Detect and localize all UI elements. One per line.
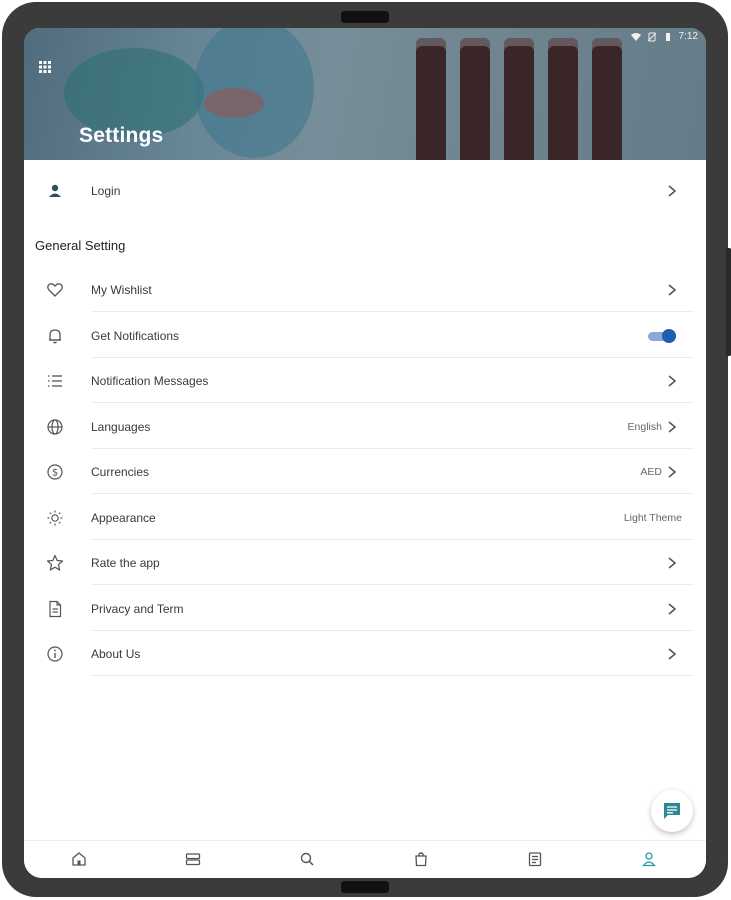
status-bar: 7:12 — [630, 31, 698, 42]
chevron-right-icon — [668, 556, 677, 569]
about-label: About Us — [91, 646, 141, 661]
chevron-right-icon — [668, 420, 677, 433]
toggle-knob — [662, 328, 676, 343]
screen: 7:12 Settings Login General Setting My W… — [24, 28, 706, 878]
login-row[interactable]: Login — [24, 168, 706, 213]
languages-value: English — [627, 420, 662, 433]
device-frame: 7:12 Settings Login General Setting My W… — [2, 2, 731, 897]
login-label: Login — [91, 183, 121, 198]
info-icon — [46, 645, 64, 663]
divider — [91, 311, 694, 312]
wifi-icon — [630, 32, 641, 41]
privacy-row[interactable]: Privacy and Term — [24, 586, 706, 631]
currencies-row[interactable]: $ Currencies AED — [24, 449, 706, 494]
no-sim-icon — [647, 32, 656, 41]
list-icon — [46, 372, 64, 390]
notifications-row: Get Notifications — [24, 313, 706, 358]
chat-button[interactable] — [651, 790, 693, 832]
nav-orders[interactable] — [526, 850, 544, 868]
header-banner: 7:12 Settings — [24, 28, 706, 160]
menu-grid-icon[interactable] — [38, 60, 52, 74]
document-icon — [46, 600, 64, 618]
wishlist-row[interactable]: My Wishlist — [24, 267, 706, 312]
nav-home[interactable] — [70, 850, 88, 868]
divider — [91, 675, 694, 676]
cart-icon — [415, 852, 427, 867]
divider — [91, 402, 694, 403]
star-icon — [46, 554, 64, 572]
side-button — [726, 248, 731, 356]
divider — [91, 584, 694, 585]
nav-profile[interactable] — [640, 850, 658, 868]
notification-messages-label: Notification Messages — [91, 373, 209, 388]
rate-app-label: Rate the app — [91, 555, 160, 570]
wishlist-label: My Wishlist — [91, 282, 152, 297]
search-icon — [300, 852, 314, 866]
svg-text:$: $ — [52, 467, 58, 478]
status-time: 7:12 — [678, 31, 698, 42]
divider — [91, 493, 694, 494]
orders-icon — [528, 852, 542, 867]
chat-icon — [664, 803, 680, 819]
bell-icon — [46, 327, 64, 345]
notifications-label: Get Notifications — [91, 328, 180, 343]
page-title: Settings — [79, 124, 164, 147]
chevron-right-icon — [668, 184, 677, 197]
profile-icon — [642, 852, 656, 867]
currencies-label: Currencies — [91, 464, 150, 479]
about-row[interactable]: About Us — [24, 631, 706, 676]
languages-label: Languages — [91, 419, 151, 434]
nav-cart[interactable] — [412, 850, 430, 868]
home-icon — [72, 852, 86, 866]
categories-icon — [185, 853, 201, 866]
sun-icon — [46, 509, 64, 527]
currencies-value: AED — [640, 465, 662, 478]
notification-messages-row[interactable]: Notification Messages — [24, 358, 706, 403]
camera-notch-bottom — [341, 881, 389, 893]
bottom-nav — [24, 840, 706, 878]
heart-icon — [46, 281, 64, 299]
appearance-label: Appearance — [91, 510, 156, 525]
appearance-value: Light Theme — [623, 511, 682, 524]
section-title: General Setting — [35, 238, 126, 253]
rate-app-row[interactable]: Rate the app — [24, 540, 706, 585]
currency-icon: $ — [46, 463, 64, 481]
notifications-toggle[interactable] — [648, 328, 676, 343]
battery-icon — [665, 32, 670, 41]
chevron-right-icon — [668, 465, 677, 478]
chevron-right-icon — [668, 283, 677, 296]
chevron-right-icon — [668, 647, 677, 660]
languages-row[interactable]: Languages English — [24, 404, 706, 449]
chevron-right-icon — [668, 602, 677, 615]
nav-categories[interactable] — [184, 850, 202, 868]
globe-icon — [46, 418, 64, 436]
appearance-row[interactable]: Appearance Light Theme — [24, 495, 706, 540]
camera-notch-top — [341, 11, 389, 23]
privacy-label: Privacy and Term — [91, 601, 184, 616]
chevron-right-icon — [668, 374, 677, 387]
person-icon — [46, 182, 64, 200]
nav-search[interactable] — [298, 850, 316, 868]
